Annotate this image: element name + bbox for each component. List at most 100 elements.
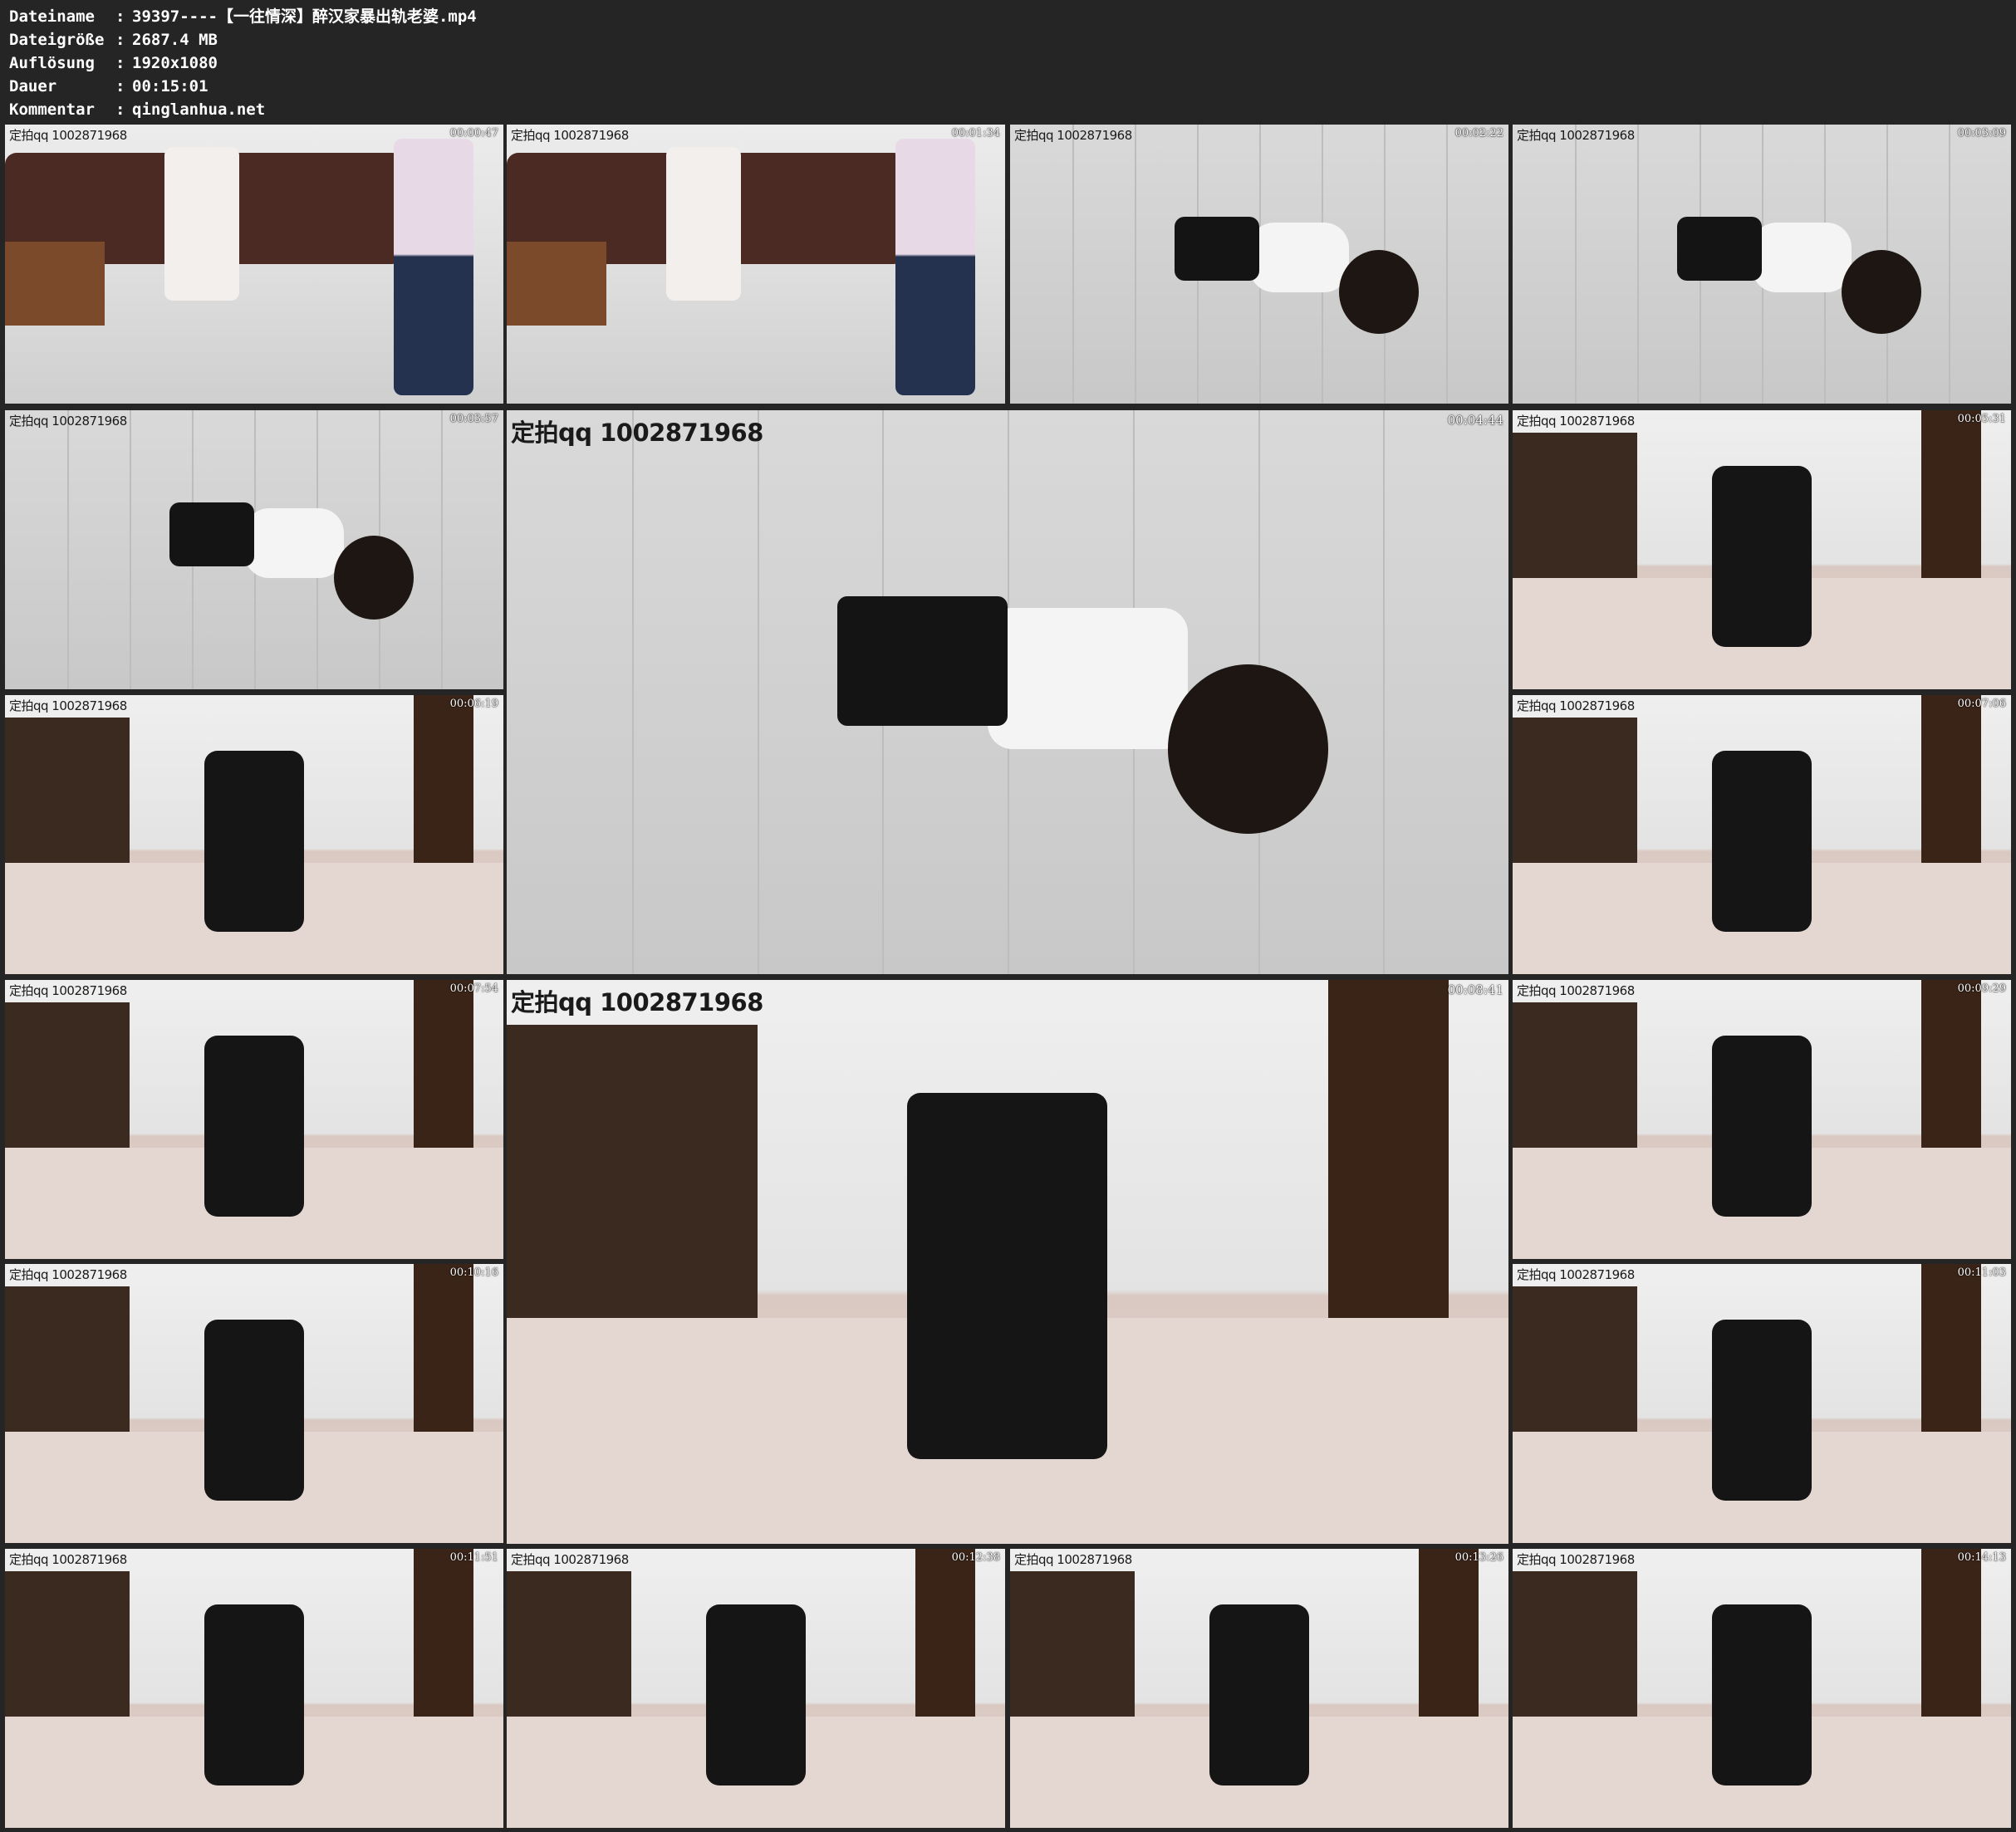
timestamp-label: 00:00:47 — [449, 127, 498, 140]
video-thumbnail: 定拍qq 1002871968 00:00:47 — [5, 125, 503, 404]
headboard — [5, 1002, 130, 1156]
info-key: Dateiname — [9, 7, 95, 26]
watermark-text: 定拍qq 1002871968 — [1517, 698, 1635, 713]
info-row-filename: Dateiname : 39397----【一往情深】醉汉家暴出轨老婆.mp4 — [9, 5, 757, 28]
watermark-text: 定拍qq 1002871968 — [1517, 128, 1635, 143]
timestamp-label: 00:04:44 — [1447, 413, 1503, 428]
video-thumbnail: 定拍qq 1002871968 00:08:41 — [507, 980, 1508, 1544]
info-value: 2687.4 MB — [132, 31, 218, 49]
file-info-panel: Dateiname : 39397----【一往情深】醉汉家暴出轨老婆.mp4 … — [9, 5, 757, 121]
timestamp-label: 00:11:51 — [449, 1551, 498, 1564]
timestamp-label: 00:06:19 — [449, 698, 498, 710]
woman-figure — [164, 147, 239, 301]
woman-figure — [666, 147, 741, 301]
woman-figure — [1712, 1320, 1812, 1501]
figure-skirt — [1677, 217, 1762, 281]
info-separator: : — [115, 7, 125, 26]
timestamp-label: 00:02:22 — [1454, 127, 1503, 140]
watermark-text: 定拍qq 1002871968 — [511, 128, 629, 143]
headboard — [1513, 433, 1637, 586]
figure-hair — [1842, 250, 1921, 334]
video-thumbnail: 定拍qq 1002871968 00:03:09 — [1513, 125, 2011, 404]
headboard — [507, 1025, 758, 1335]
bedroom-scene — [1513, 1549, 2011, 1828]
video-thumbnail: 定拍qq 1002871968 00:09:29 — [1513, 980, 2011, 1259]
figure-hair — [1168, 664, 1328, 834]
figure-skirt — [837, 596, 1008, 726]
bedroom-scene — [5, 1549, 503, 1828]
video-thumbnail: 定拍qq 1002871968 00:10:16 — [5, 1264, 503, 1543]
headboard — [1513, 718, 1637, 871]
video-thumbnail: 定拍qq 1002871968 00:01:34 — [507, 125, 1005, 404]
info-value: 00:15:01 — [132, 77, 208, 96]
timestamp-label: 00:03:09 — [1957, 127, 2006, 140]
bedroom-scene — [5, 1264, 503, 1543]
floor-scene — [1010, 125, 1508, 404]
info-row-resolution: Auflösung : 1920x1080 — [9, 51, 757, 75]
floor-scene — [5, 410, 503, 689]
info-key: Dauer — [9, 77, 57, 96]
info-row-comment: Kommentar : qinglanhua.net — [9, 98, 757, 121]
headboard — [1010, 1571, 1135, 1725]
info-value: qinglanhua.net — [132, 100, 266, 119]
woman-figure — [1712, 1604, 1812, 1785]
video-thumbnail: 定拍qq 1002871968 00:04:44 — [507, 410, 1508, 974]
watermark-text: 定拍qq 1002871968 — [9, 698, 127, 713]
bedroom-scene — [5, 695, 503, 974]
figure-skirt — [169, 502, 254, 566]
sofa-scene — [5, 125, 503, 404]
headboard — [5, 1286, 130, 1440]
video-thumbnail: 定拍qq 1002871968 00:03:57 — [5, 410, 503, 689]
headboard — [1513, 1002, 1637, 1156]
bedroom-scene — [5, 980, 503, 1259]
watermark-text: 定拍qq 1002871968 — [511, 988, 763, 1016]
woman-figure — [204, 751, 304, 932]
table — [5, 242, 105, 326]
info-row-duration: Dauer : 00:15:01 — [9, 75, 757, 98]
sofa-scene — [507, 125, 1005, 404]
info-key: Auflösung — [9, 54, 95, 72]
woman-figure — [1712, 466, 1812, 647]
floor-scene — [1513, 125, 2011, 404]
info-separator: : — [115, 77, 125, 96]
timestamp-label: 00:12:38 — [951, 1551, 1000, 1564]
watermark-text: 定拍qq 1002871968 — [1517, 983, 1635, 998]
figure-hair — [1339, 250, 1419, 334]
watermark-text: 定拍qq 1002871968 — [9, 128, 127, 143]
watermark-text: 定拍qq 1002871968 — [1517, 1552, 1635, 1567]
info-key: Kommentar — [9, 100, 95, 119]
bedroom-scene — [1513, 980, 2011, 1259]
info-value: 39397----【一往情深】醉汉家暴出轨老婆.mp4 — [132, 7, 477, 26]
timestamp-label: 00:07:06 — [1957, 698, 2006, 710]
woman-figure — [204, 1604, 304, 1785]
watermark-text: 定拍qq 1002871968 — [9, 414, 127, 429]
timestamp-label: 00:03:57 — [449, 413, 498, 425]
video-thumbnail: 定拍qq 1002871968 00:13:26 — [1010, 1549, 1508, 1828]
timestamp-label: 00:08:41 — [1447, 982, 1503, 997]
bedroom-scene — [1010, 1549, 1508, 1828]
watermark-text: 定拍qq 1002871968 — [9, 1552, 127, 1567]
watermark-text: 定拍qq 1002871968 — [1014, 1552, 1132, 1567]
info-row-filesize: Dateigröße : 2687.4 MB — [9, 28, 757, 51]
watermark-text: 定拍qq 1002871968 — [1517, 414, 1635, 429]
table — [507, 242, 606, 326]
thumbnail-grid: 定拍qq 1002871968 00:00:47 定拍qq 1002871968 00… — [0, 125, 2016, 1832]
watermark-text: 定拍qq 1002871968 — [9, 1267, 127, 1282]
timestamp-label: 00:05:31 — [1957, 413, 2006, 425]
watermark-text: 定拍qq 1002871968 — [1014, 128, 1132, 143]
headboard — [1513, 1286, 1637, 1440]
woman-figure — [204, 1320, 304, 1501]
video-thumbnail: 定拍qq 1002871968 00:11:51 — [5, 1549, 503, 1828]
video-thumbnail: 定拍qq 1002871968 00:14:13 — [1513, 1549, 2011, 1828]
video-thumbnail: 定拍qq 1002871968 00:05:31 — [1513, 410, 2011, 689]
bedroom-scene — [1513, 695, 2011, 974]
timestamp-label: 00:09:29 — [1957, 982, 2006, 995]
timestamp-label: 00:13:26 — [1454, 1551, 1503, 1564]
bedroom-scene — [1513, 1264, 2011, 1543]
timestamp-label: 00:01:34 — [951, 127, 1000, 140]
video-thumbnail: 定拍qq 1002871968 00:07:54 — [5, 980, 503, 1259]
woman-figure — [1712, 1036, 1812, 1217]
info-separator: : — [115, 100, 125, 119]
watermark-text: 定拍qq 1002871968 — [511, 419, 763, 447]
info-value: 1920x1080 — [132, 54, 218, 72]
